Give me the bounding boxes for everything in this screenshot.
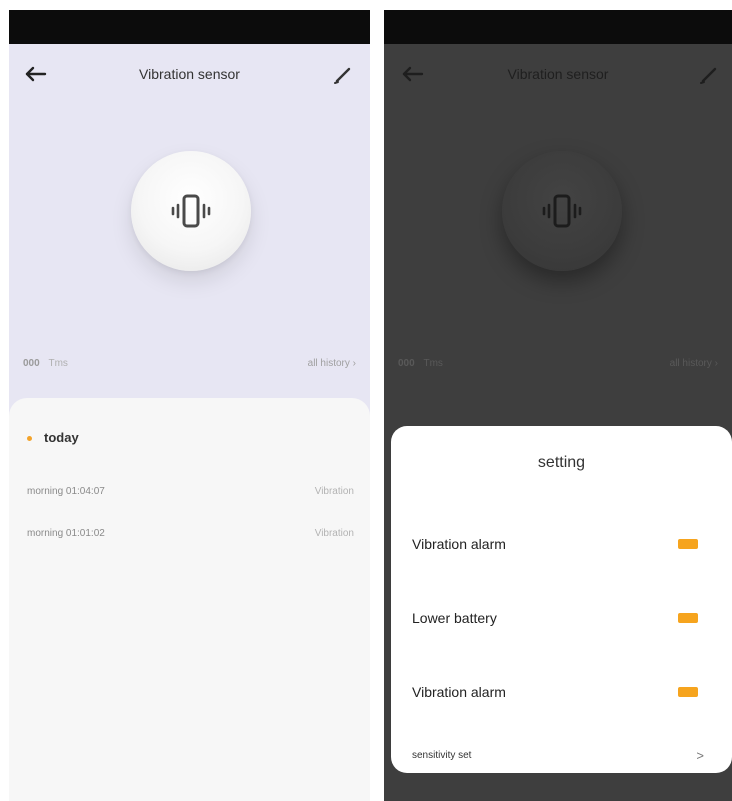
settings-title: setting — [537, 454, 586, 471]
setting-sensitivity[interactable]: sensitivity set > — [412, 742, 710, 772]
right-screen: Vibration sensor 000 Tms all history › s… — [384, 10, 732, 801]
pencil-icon — [700, 67, 717, 84]
log-entry[interactable]: morning 01:01:02 Vibration — [27, 528, 354, 548]
setting-vibration-alarm-2[interactable]: Vibration alarm — [412, 678, 710, 708]
setting-label: Lower battery — [412, 610, 497, 626]
nav-bar: Vibration sensor — [9, 58, 370, 92]
sensor-status-button[interactable] — [131, 151, 251, 271]
stats-row: 000 Tms all history › — [23, 358, 356, 378]
event-count-unit: Tms — [48, 358, 68, 369]
status-bar — [384, 10, 732, 44]
nav-bar: Vibration sensor — [384, 58, 732, 92]
left-screen: Vibration sensor 000 Tms all history › t… — [9, 10, 370, 801]
edit-button[interactable] — [330, 62, 356, 88]
event-count: 000 — [398, 358, 415, 369]
log-event: Vibration — [314, 486, 354, 497]
arrow-left-icon — [25, 66, 47, 82]
log-entry[interactable]: morning 01:04:07 Vibration — [27, 486, 354, 506]
setting-lower-battery[interactable]: Lower battery — [412, 604, 710, 634]
vibration-phone-icon — [542, 194, 582, 228]
chevron-right-icon: > — [696, 748, 704, 763]
edit-button[interactable] — [696, 62, 722, 88]
vibration-phone-icon — [171, 194, 211, 228]
history-panel: today morning 01:04:07 Vibration morning… — [9, 398, 370, 801]
day-header: today — [27, 430, 79, 445]
setting-label: Vibration alarm — [412, 536, 506, 552]
pencil-icon — [334, 67, 351, 84]
arrow-left-icon — [402, 66, 424, 82]
stats-row: 000 Tms all history › — [398, 358, 718, 378]
day-marker-dot — [27, 436, 32, 442]
settings-sheet: setting Vibration alarm Lower battery Vi… — [391, 426, 732, 773]
log-event: Vibration — [314, 528, 354, 539]
day-label: today — [44, 430, 79, 445]
sensor-status-button[interactable] — [502, 151, 622, 271]
setting-vibration-alarm[interactable]: Vibration alarm — [412, 530, 710, 560]
log-time: morning 01:01:02 — [27, 528, 105, 539]
event-count-unit: Tms — [423, 358, 443, 369]
lower-battery-toggle[interactable] — [678, 613, 698, 623]
page-title: Vibration sensor — [139, 66, 240, 82]
back-button[interactable] — [21, 60, 51, 88]
page-title: Vibration sensor — [507, 66, 609, 82]
vibration-alarm-toggle[interactable] — [678, 539, 698, 549]
log-time: morning 01:04:07 — [27, 486, 105, 497]
status-bar — [9, 10, 370, 44]
setting-label: Vibration alarm — [412, 684, 506, 700]
vibration-alarm-2-toggle[interactable] — [678, 687, 698, 697]
setting-label: sensitivity set — [412, 750, 472, 761]
event-count: 000 — [23, 358, 40, 369]
all-history-link[interactable]: all history › — [670, 358, 718, 369]
all-history-link[interactable]: all history › — [308, 358, 356, 369]
back-button[interactable] — [398, 60, 428, 88]
